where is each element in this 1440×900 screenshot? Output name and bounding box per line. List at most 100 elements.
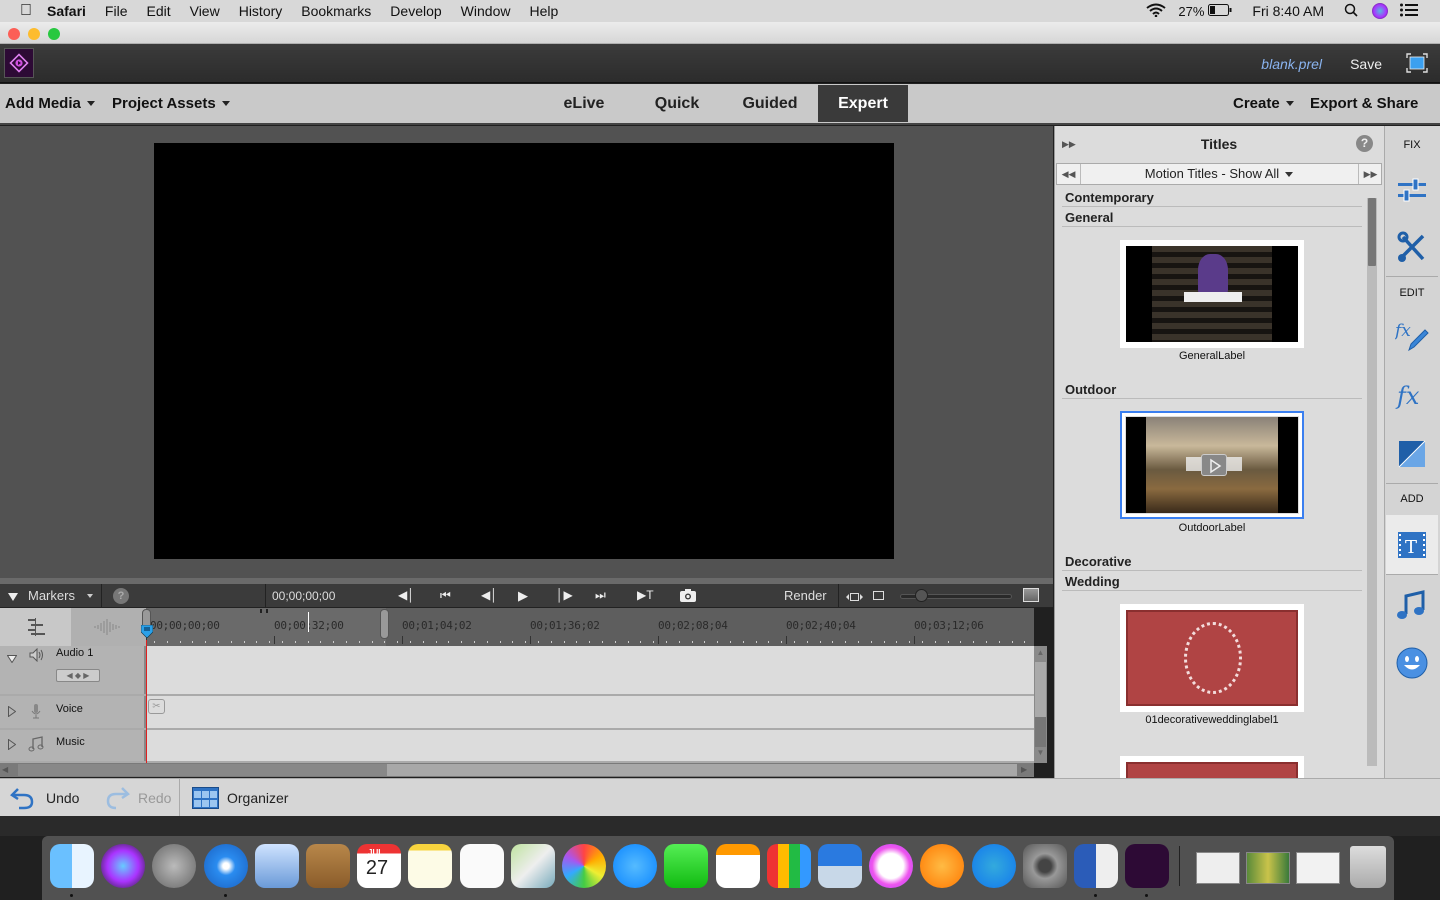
dock-reminders-icon[interactable] <box>459 844 504 888</box>
scroll-thumb[interactable] <box>18 764 387 776</box>
tab-elive[interactable]: eLive <box>547 85 621 122</box>
dock-finder-icon[interactable] <box>50 844 94 888</box>
clock[interactable]: Fri 8:40 AM <box>1252 3 1324 19</box>
scroll-up-arrow[interactable]: ▲ <box>1035 648 1046 662</box>
music-note-icon[interactable] <box>28 736 44 755</box>
dock-keynote-icon[interactable] <box>818 844 862 888</box>
dock-pages-icon[interactable] <box>715 844 760 888</box>
speaker-icon[interactable] <box>29 647 45 665</box>
menu-file[interactable]: File <box>105 3 128 19</box>
zoom-out-icon[interactable] <box>873 591 884 600</box>
graphics-smiley-icon[interactable] <box>1395 646 1429 680</box>
redo-button[interactable]: Redo <box>104 785 171 811</box>
wifi-icon[interactable] <box>1146 3 1168 20</box>
fit-timeline-icon[interactable] <box>846 590 863 605</box>
chevron-down-icon[interactable] <box>87 594 93 598</box>
dock-minimized-window-safari-1[interactable] <box>1246 852 1290 884</box>
minimize-window-button[interactable] <box>28 28 40 40</box>
play-icon[interactable]: ▶ <box>518 588 528 604</box>
dock-contacts-icon[interactable] <box>306 844 350 888</box>
title-thumbnail-wedding[interactable] <box>1120 604 1304 712</box>
track-row-music[interactable]: Music <box>0 730 1034 763</box>
transition-icon[interactable] <box>1395 437 1429 471</box>
step-back-icon[interactable]: ◀│ <box>481 588 498 602</box>
dock-notes-icon[interactable] <box>408 844 453 888</box>
dock-mail-icon[interactable] <box>254 844 299 888</box>
microphone-icon[interactable] <box>31 704 41 722</box>
undo-button[interactable]: Undo <box>10 785 79 811</box>
markers-menu[interactable]: Markers <box>28 588 75 603</box>
menu-develop[interactable]: Develop <box>390 3 441 19</box>
current-timecode[interactable]: 00;00;00;00 <box>272 589 335 603</box>
fx-icon[interactable]: fx <box>1395 378 1429 412</box>
siri-icon[interactable] <box>1372 3 1388 19</box>
dock-microsoft-word-icon[interactable] <box>1074 844 1118 888</box>
dock-safari-icon[interactable] <box>203 844 248 888</box>
next-category-icon[interactable]: ▶▶ <box>1358 164 1382 184</box>
add-media-menu[interactable]: Add Media <box>5 84 95 123</box>
menu-help[interactable]: Help <box>529 3 558 19</box>
dock-minimized-window-safari-2[interactable] <box>1296 852 1340 884</box>
track-view-toggle[interactable] <box>0 608 71 646</box>
tab-quick[interactable]: Quick <box>641 85 713 122</box>
fx-edit-icon[interactable]: fx <box>1393 318 1429 352</box>
scroll-down-arrow[interactable]: ▼ <box>1035 748 1046 762</box>
export-share-menu[interactable]: Export & Share <box>1310 84 1418 123</box>
go-to-next-marker-icon[interactable]: ▶T <box>637 588 654 602</box>
scroll-thumb[interactable] <box>1368 198 1376 266</box>
notification-center-icon[interactable] <box>1400 3 1418 20</box>
menu-edit[interactable]: Edit <box>146 3 170 19</box>
menu-app-name[interactable]: Safari <box>47 3 86 19</box>
dock-minimized-window-finder[interactable] <box>1196 852 1240 884</box>
playhead-handle[interactable] <box>140 624 154 639</box>
menu-bookmarks[interactable]: Bookmarks <box>301 3 371 19</box>
scissors-icon[interactable]: ✂ <box>148 699 165 714</box>
category-general[interactable]: General <box>1065 210 1113 225</box>
work-area-end-handle[interactable] <box>380 609 389 639</box>
snapshot-camera-icon[interactable] <box>680 589 696 605</box>
scroll-thumb[interactable] <box>1035 717 1046 747</box>
dock-photos-icon[interactable] <box>562 844 606 888</box>
create-menu[interactable]: Create <box>1233 84 1294 123</box>
menu-window[interactable]: Window <box>461 3 511 19</box>
expand-triangle-icon[interactable] <box>8 705 17 720</box>
dock-app-store-icon[interactable] <box>971 844 1016 888</box>
dock-premiere-elements-icon[interactable] <box>1125 844 1170 888</box>
title-thumbnail-outdoor-selected[interactable] <box>1120 411 1304 519</box>
expand-triangle-icon[interactable] <box>8 738 17 753</box>
track-row-audio1[interactable]: Audio 1 ◀ ◆ ▶ <box>0 646 1034 696</box>
step-forward-icon[interactable]: │▶ <box>556 588 573 602</box>
fullscreen-preview-icon[interactable] <box>1406 53 1428 73</box>
skip-to-start-icon[interactable]: ⏮ <box>440 588 451 603</box>
titles-icon[interactable]: T <box>1395 528 1429 562</box>
project-assets-menu[interactable]: Project Assets <box>112 84 230 123</box>
apple-icon[interactable]:  <box>20 2 32 20</box>
dock-system-preferences-icon[interactable] <box>1022 844 1067 888</box>
title-thumbnail-general[interactable] <box>1120 240 1304 348</box>
organizer-button[interactable]: Organizer <box>192 785 288 811</box>
scroll-right-arrow[interactable]: ▶ <box>1021 765 1027 774</box>
keyframe-navigator[interactable]: ◀ ◆ ▶ <box>56 669 100 682</box>
tools-icon[interactable] <box>1395 231 1429 265</box>
dock-facetime-icon[interactable] <box>664 844 709 888</box>
preview-monitor[interactable] <box>154 143 894 559</box>
music-icon[interactable] <box>1395 588 1429 622</box>
timeline-vertical-scrollbar[interactable]: ▲ ▼ <box>1034 646 1047 763</box>
dock-numbers-icon[interactable] <box>766 844 811 888</box>
battery-icon[interactable] <box>1208 3 1232 19</box>
zoom-slider-handle[interactable] <box>914 589 928 602</box>
title-filter-dropdown[interactable]: Motion Titles - Show All <box>1081 166 1357 181</box>
category-outdoor[interactable]: Outdoor <box>1065 382 1116 397</box>
menu-view[interactable]: View <box>190 3 220 19</box>
dock-siri-icon[interactable] <box>101 844 146 888</box>
zoom-in-icon[interactable] <box>1023 588 1039 602</box>
timeline-horizontal-scrollbar[interactable]: ◀ ▶ <box>0 763 1034 777</box>
go-to-previous-marker-icon[interactable]: ◀│ <box>398 588 415 602</box>
render-button[interactable]: Render <box>784 588 827 603</box>
zoom-window-button[interactable] <box>48 28 60 40</box>
adjust-sliders-icon[interactable] <box>1395 173 1429 207</box>
expand-triangle-icon[interactable] <box>6 651 18 666</box>
panel-scrollbar[interactable] <box>1367 198 1377 766</box>
audio-waveform-toggle[interactable] <box>71 608 146 646</box>
category-contemporary[interactable]: Contemporary <box>1065 190 1154 205</box>
